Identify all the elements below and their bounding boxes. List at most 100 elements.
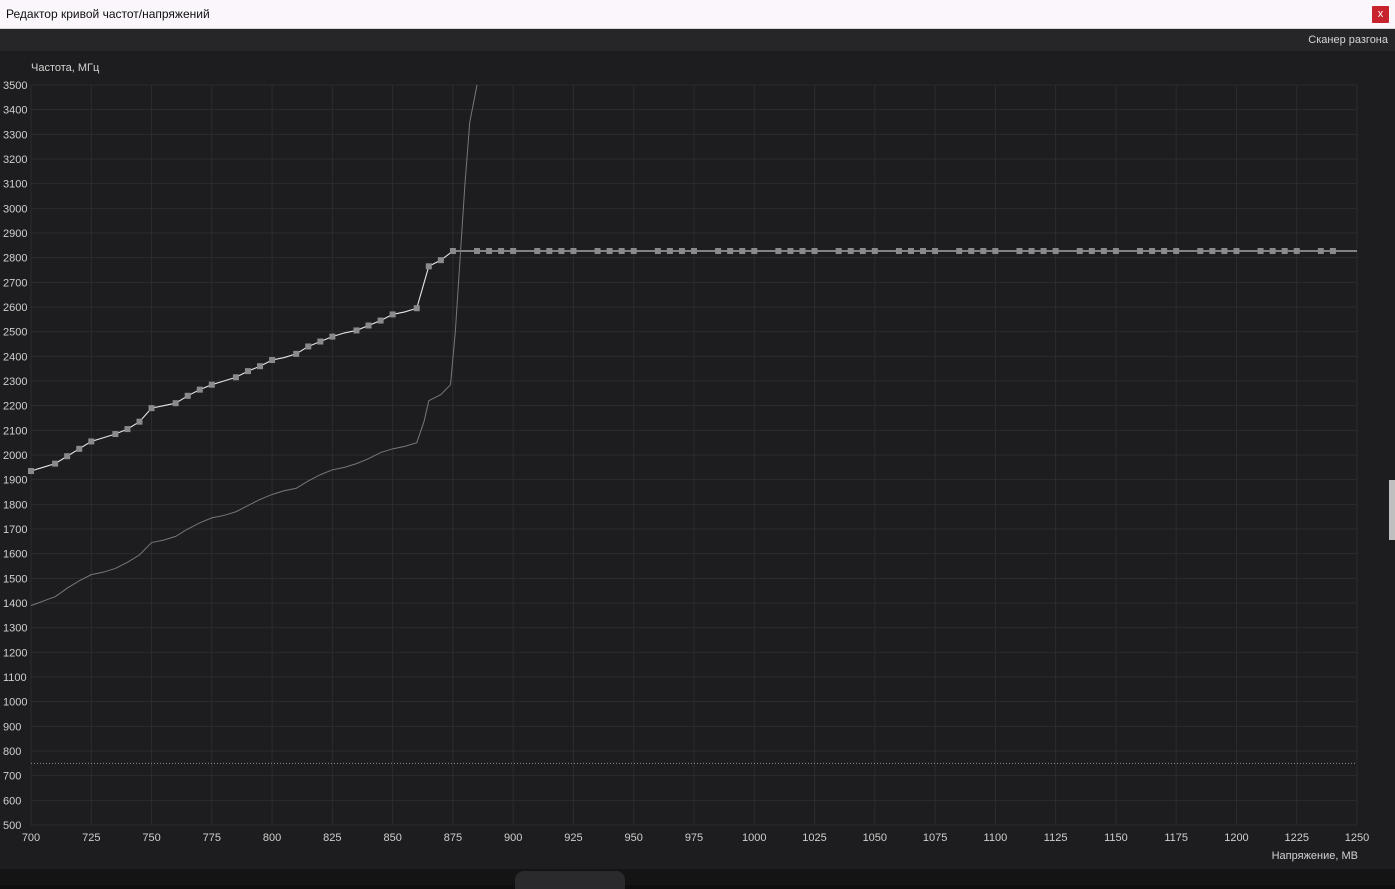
curve-point[interactable] [1149, 248, 1156, 255]
curve-point[interactable] [76, 445, 83, 452]
curve-point[interactable] [196, 386, 203, 393]
y-tick-label: 2500 [3, 327, 27, 339]
curve-point[interactable] [232, 374, 239, 381]
curve-point[interactable] [244, 368, 251, 375]
curve-point[interactable] [932, 248, 939, 255]
curve-point[interactable] [787, 248, 794, 255]
curve-point[interactable] [317, 338, 324, 345]
curve-point[interactable] [449, 248, 456, 255]
curve-point[interactable] [775, 248, 782, 255]
curve-point[interactable] [64, 453, 71, 460]
curve-point[interactable] [1209, 248, 1216, 255]
curve-point[interactable] [172, 400, 179, 407]
curve-point[interactable] [811, 248, 818, 255]
curve-point[interactable] [208, 381, 215, 388]
curve-point[interactable] [257, 363, 264, 370]
curve-point[interactable] [570, 248, 577, 255]
curve-point[interactable] [847, 248, 854, 255]
curve-point[interactable] [1088, 248, 1095, 255]
curve-point[interactable] [1269, 248, 1276, 255]
y-tick-label: 500 [3, 820, 21, 832]
overclock-scanner-button[interactable]: Сканер разгона [1308, 34, 1388, 46]
y-tick-label: 1700 [3, 524, 27, 536]
curve-point[interactable] [1052, 248, 1059, 255]
chart-svg[interactable]: 500 600 700 800 900 1000 1100 1200 1300 1400 1500 1… [0, 51, 1395, 869]
curve-point[interactable] [112, 431, 119, 438]
curve-point[interactable] [1317, 248, 1324, 255]
curve-point[interactable] [1173, 248, 1180, 255]
curve-point[interactable] [859, 248, 866, 255]
curve-point[interactable] [751, 248, 758, 255]
y-tick-label: 3100 [3, 179, 27, 191]
curve-point[interactable] [28, 468, 34, 475]
curve-point[interactable] [329, 333, 336, 340]
curve-point[interactable] [1233, 248, 1240, 255]
y-tick-label: 1900 [3, 475, 27, 487]
curve-point[interactable] [474, 248, 481, 255]
curve-point[interactable] [389, 311, 396, 318]
curve-point[interactable] [1100, 248, 1107, 255]
curve-point[interactable] [666, 248, 673, 255]
curve-point[interactable] [293, 350, 300, 357]
curve-point[interactable] [52, 460, 59, 467]
curve-point[interactable] [1281, 248, 1288, 255]
curve-point[interactable] [1161, 248, 1168, 255]
curve-point[interactable] [413, 305, 420, 312]
curve-point[interactable] [534, 248, 541, 255]
curve-point[interactable] [980, 248, 987, 255]
curve-point[interactable] [546, 248, 553, 255]
curve-point[interactable] [1329, 248, 1336, 255]
curve-point[interactable] [920, 248, 927, 255]
curve-point[interactable] [1028, 248, 1035, 255]
curve-point[interactable] [691, 248, 697, 255]
curve-point[interactable] [1040, 248, 1047, 255]
curve-point[interactable] [1197, 248, 1204, 255]
curve-point[interactable] [1112, 248, 1119, 255]
curve-point[interactable] [148, 405, 155, 412]
curve-point[interactable] [654, 248, 661, 255]
curve-point[interactable] [895, 248, 902, 255]
curve-point[interactable] [630, 248, 637, 255]
curve-point[interactable] [305, 343, 312, 350]
curve-point[interactable] [956, 248, 963, 255]
close-button[interactable]: x [1372, 6, 1389, 23]
curve-point[interactable] [425, 263, 432, 270]
curve-point[interactable] [968, 248, 975, 255]
curve-point[interactable] [992, 248, 999, 255]
x-axis-ticks: 700 725 750 775 800 825 850 875 900 925 950 975 1000… [22, 832, 1369, 844]
curve-point[interactable] [377, 317, 384, 324]
curve-point[interactable] [486, 248, 493, 255]
curve-point[interactable] [715, 248, 722, 255]
window-edge [1389, 480, 1395, 540]
curve-point[interactable] [1221, 248, 1228, 255]
curve-point[interactable] [618, 248, 625, 255]
curve-point[interactable] [184, 392, 191, 399]
curve-point[interactable] [498, 248, 505, 255]
curve-point[interactable] [1076, 248, 1083, 255]
curve-point[interactable] [799, 248, 806, 255]
curve-point[interactable] [558, 248, 565, 255]
curve-point[interactable] [124, 426, 131, 433]
curve-point[interactable] [365, 322, 372, 329]
curve-point[interactable] [871, 248, 878, 255]
curve-point[interactable] [606, 248, 613, 255]
curve-point[interactable] [678, 248, 685, 255]
curve-point[interactable] [1293, 248, 1300, 255]
y-tick-label: 2400 [3, 351, 27, 363]
curve-point[interactable] [739, 248, 746, 255]
curve-point[interactable] [510, 248, 517, 255]
vf-curve-chart[interactable]: 500 600 700 800 900 1000 1100 1200 1300 1400 1500 1… [0, 51, 1395, 869]
curve-point[interactable] [727, 248, 734, 255]
curve-point[interactable] [136, 418, 143, 425]
curve-point[interactable] [437, 257, 444, 264]
curve-point[interactable] [594, 248, 601, 255]
curve-point[interactable] [835, 248, 842, 255]
curve-point[interactable] [1257, 248, 1264, 255]
curve-point[interactable] [1137, 248, 1144, 255]
curve-point[interactable] [88, 438, 95, 445]
curve-point[interactable] [353, 327, 360, 334]
y-tick-label: 1200 [3, 647, 27, 659]
curve-point[interactable] [1016, 248, 1023, 255]
curve-point[interactable] [907, 248, 914, 255]
curve-point[interactable] [269, 357, 276, 364]
